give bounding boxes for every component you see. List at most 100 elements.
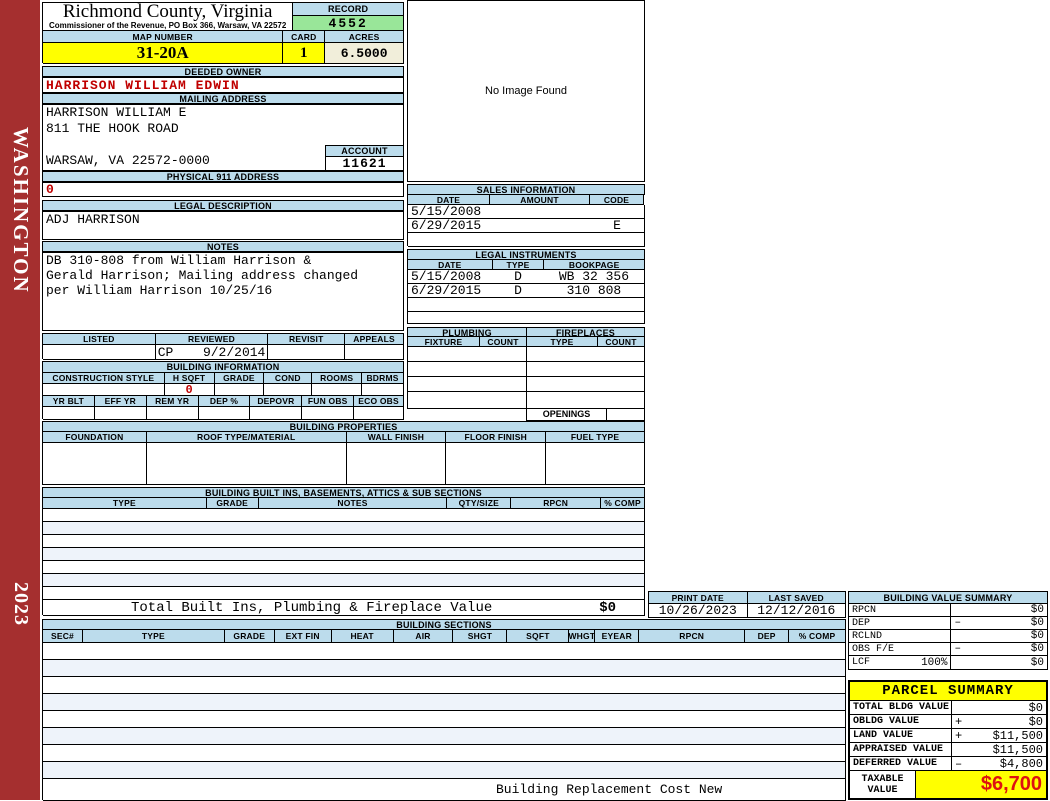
sales-information-table: SALES INFORMATION DATE AMOUNT CODE 5/15/… — [407, 184, 645, 247]
sale-code: E — [613, 219, 621, 233]
deeded-owner-label: DEEDED OWNER — [42, 66, 404, 77]
ps-label: DEFERRED VALUE — [850, 757, 952, 771]
review-table: LISTED REVIEWED REVISIT APPEALS CP 9/2/2… — [42, 333, 404, 360]
rooms-value — [312, 384, 363, 396]
taxable-value-label: TAXABLE VALUE — [850, 771, 916, 799]
bvs-label: RCLND — [849, 630, 952, 643]
built-ins-row-empty — [43, 535, 645, 548]
built-ins-row-empty — [43, 522, 645, 535]
legal-description-value: ADJ HARRISON — [46, 212, 140, 227]
county-title-block: Richmond County, Virginia Commissioner o… — [43, 3, 294, 31]
grade-value — [214, 384, 265, 396]
map-number-label: MAP NUMBER — [43, 31, 284, 43]
building-properties-title: BUILDING PROPERTIES — [43, 422, 645, 432]
ecoobs-label: ECO OBS — [354, 396, 405, 407]
instrument-bookpage: 310 808 — [566, 284, 622, 298]
instrument-row: 6/29/2015 D 310 808 — [408, 284, 645, 298]
plumbing-table: PLUMBING FIXTURE COUNT — [407, 327, 527, 409]
reviewed-date: 9/2/2014 — [202, 345, 266, 360]
bs-extfin-label: EXT FIN — [274, 630, 332, 643]
hsqft-label: H SQFT — [164, 373, 215, 384]
dep-pct-label: DEP % — [198, 396, 251, 407]
built-ins-row-empty — [43, 587, 645, 600]
bs-comp-label: % COMP — [789, 630, 847, 643]
floor-finish-label: FLOOR FINISH — [446, 432, 547, 443]
notes-block: DB 310-808 from William Harrison & Geral… — [42, 252, 404, 331]
bs-type-label: TYPE — [82, 630, 225, 643]
effyr-value — [94, 407, 147, 420]
bs-shgt-label: SHGT — [453, 630, 508, 643]
revisit-label: REVISIT — [268, 334, 346, 345]
dep-pct-value — [198, 407, 251, 420]
notes-line-2: Gerald Harrison; Mailing address changed — [46, 268, 359, 283]
record-value: 4552 — [293, 16, 404, 31]
building-section-row-empty — [43, 762, 846, 779]
building-section-row-empty — [43, 677, 846, 694]
openings-value — [607, 409, 645, 421]
legal-instruments-title: LEGAL INSTRUMENTS — [408, 250, 645, 260]
fireplaces-table: FIREPLACES TYPE COUNT OPENINGS — [526, 327, 645, 421]
bvs-label: OBS F/E — [849, 643, 952, 656]
bi-type-label: TYPE — [43, 498, 207, 509]
sales-code-label: CODE — [590, 195, 644, 205]
parcel-summary-title: PARCEL SUMMARY — [850, 682, 1046, 701]
fireplace-row-empty — [527, 377, 644, 392]
foundation-value — [43, 443, 147, 485]
built-ins-total-label: Total Built Ins, Plumbing & Fireplace Va… — [131, 600, 493, 616]
instrument-date: 5/15/2008 — [411, 270, 482, 284]
physical-address-value: 0 — [43, 183, 404, 197]
grade-label: GRADE — [214, 373, 265, 384]
bvs-op: – — [954, 617, 962, 629]
building-sections-title: BUILDING SECTIONS — [43, 620, 846, 630]
cond-value — [264, 384, 313, 396]
fixture-label: FIXTURE — [408, 337, 480, 347]
funobs-value — [302, 407, 355, 420]
ps-label: OBLDG VALUE — [850, 715, 952, 729]
wall-finish-label: WALL FINISH — [346, 432, 447, 443]
sales-information-title: SALES INFORMATION — [408, 185, 645, 195]
bvs-label: LCF — [852, 657, 871, 668]
card-label: CARD — [283, 31, 326, 43]
bvs-value-cell: – $0 — [951, 643, 1048, 656]
plumbing-fireplaces-block: PLUMBING FIXTURE COUNT FIREPLACES TYPE C… — [407, 327, 645, 421]
bdrms-value — [362, 384, 404, 396]
bvs-label-cell: LCF 100% — [849, 656, 952, 670]
building-value-summary-title: BUILDING VALUE SUMMARY — [849, 592, 1048, 604]
ps-label: TOTAL BLDG VALUE — [850, 701, 952, 715]
reviewed-value: CP 9/2/2014 — [155, 345, 269, 360]
plumbing-row-empty — [408, 347, 526, 362]
roof-value — [146, 443, 347, 485]
instrument-row-empty — [408, 298, 645, 312]
openings-label: OPENINGS — [526, 409, 607, 421]
bvs-value: $0 — [1030, 656, 1044, 669]
bdrms-label: BDRMS — [362, 373, 404, 384]
instrument-date: 6/29/2015 — [411, 284, 482, 298]
bvs-op: – — [954, 643, 962, 655]
account-value: 11621 — [325, 156, 404, 171]
built-ins-table: BUILDING BUILT INS, BASEMENTS, ATTICS & … — [42, 487, 645, 616]
bs-sqft-label: SQFT — [507, 630, 570, 643]
instrument-type: D — [514, 270, 522, 284]
sales-amount-label: AMOUNT — [490, 195, 590, 205]
county-subtitle: Commissioner of the Revenue, PO Box 366,… — [49, 21, 287, 30]
remyr-value — [146, 407, 199, 420]
built-ins-row-empty — [43, 574, 645, 587]
building-section-row-empty — [43, 745, 846, 762]
instrument-bookpage: WB 32 356 — [558, 270, 630, 284]
building-sections-footer-row: Building Replacement Cost New — [43, 779, 846, 801]
bvs-label: DEP — [849, 617, 952, 630]
building-section-row-empty — [43, 643, 846, 660]
bvs-value-cell: $0 — [951, 630, 1048, 643]
sale-date: 6/29/2015 — [411, 219, 482, 233]
acres-label: ACRES — [325, 31, 404, 43]
record-label: RECORD — [293, 3, 404, 16]
ps-value: $0 — [1028, 715, 1043, 729]
instrument-bookpage-label: BOOKPAGE — [544, 260, 645, 270]
wall-finish-value — [346, 443, 447, 485]
rooms-label: ROOMS — [312, 373, 363, 384]
ps-label: APPRAISED VALUE — [850, 743, 952, 757]
ps-value-cell: + $0 — [952, 715, 1046, 729]
bs-heat-label: HEAT — [331, 630, 394, 643]
ps-value: $0 — [1028, 701, 1043, 715]
bs-dep-label: DEP — [745, 630, 790, 643]
